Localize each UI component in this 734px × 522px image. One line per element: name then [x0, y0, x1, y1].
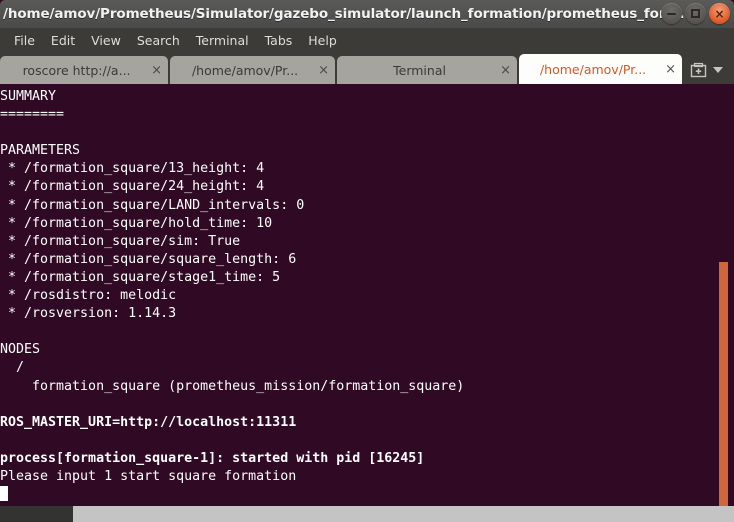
bottom-bar-dark-segment [0, 506, 73, 522]
tab-home-amov-2[interactable]: /home/amov/Pr... × [519, 54, 682, 84]
terminal-line: ======== [0, 107, 65, 123]
terminal-output[interactable]: SUMMARY ======== PARAMETERS * /formation_s… [0, 84, 734, 506]
tab-bar: roscore http://a... × /home/amov/Pr... ×… [0, 52, 734, 84]
close-icon: × [714, 6, 725, 21]
terminal-line: * /formation_square/square_length: 6 [0, 251, 297, 267]
terminal-line: ROS_MASTER_URI=http://localhost:11311 [0, 414, 297, 430]
menu-item-tabs[interactable]: Tabs [257, 31, 301, 50]
menu-item-view[interactable]: View [83, 31, 129, 50]
terminal-line: * /formation_square/sim: True [0, 233, 241, 249]
bottom-bar [0, 506, 734, 522]
terminal-line: PARAMETERS [0, 143, 81, 159]
menu-item-terminal[interactable]: Terminal [188, 31, 257, 50]
window-controls: × [661, 3, 730, 24]
terminal-cursor-line [0, 486, 734, 504]
terminal-line: / [0, 360, 25, 376]
bottom-bar-light-segment [73, 506, 734, 522]
text-cursor [0, 486, 8, 502]
tab-close-icon[interactable]: × [500, 64, 511, 77]
menu-bar: File Edit View Search Terminal Tabs Help [0, 28, 734, 52]
new-tab-icon[interactable] [690, 62, 707, 79]
terminal-scrollbar-track[interactable] [719, 84, 731, 522]
tab-label: /home/amov/Pr... [191, 62, 299, 78]
tab-close-icon[interactable]: × [318, 64, 329, 77]
maximize-icon [685, 3, 706, 24]
terminal-scrollbar-thumb[interactable] [719, 262, 728, 522]
terminal-line: SUMMARY [0, 89, 57, 104]
tab-label: Terminal [393, 62, 446, 78]
title-bar: /home/amov/Prometheus/Simulator/gazebo_s… [0, 0, 734, 28]
menu-item-file[interactable]: File [6, 31, 43, 50]
terminal-line: formation_square (prometheus_mission/for… [0, 378, 465, 394]
menu-item-search[interactable]: Search [129, 31, 188, 50]
terminal-line: NODES [0, 342, 41, 358]
terminal-line: * /formation_square/13_height: 4 [0, 161, 265, 177]
terminal-window: /home/amov/Prometheus/Simulator/gazebo_s… [0, 0, 734, 522]
terminal-line: * /rosversion: 1.14.3 [0, 306, 177, 322]
tab-home-amov-1[interactable]: /home/amov/Pr... × [170, 56, 335, 84]
terminal-line: * /formation_square/LAND_intervals: 0 [0, 197, 305, 213]
terminal-text: SUMMARY ======== PARAMETERS * /formation_s… [0, 84, 734, 504]
tab-label: /home/amov/Pr... [539, 61, 647, 77]
menu-item-help[interactable]: Help [300, 31, 345, 50]
chevron-down-icon[interactable] [713, 67, 723, 73]
minimize-button[interactable] [661, 3, 682, 24]
maximize-button[interactable] [685, 3, 706, 24]
terminal-line: * /rosdistro: melodic [0, 288, 177, 304]
window-title: /home/amov/Prometheus/Simulator/gazebo_s… [3, 6, 695, 22]
terminal-line: * /formation_square/24_height: 4 [0, 179, 265, 195]
tab-bar-tools [686, 56, 727, 84]
tab-roscore[interactable]: roscore http://a... × [0, 56, 168, 84]
tab-terminal[interactable]: Terminal × [337, 56, 517, 84]
terminal-line: Please input 1 start square formation [0, 468, 297, 484]
tab-label: roscore http://a... [22, 62, 131, 78]
tab-close-icon[interactable]: × [151, 64, 162, 77]
terminal-line: * /formation_square/hold_time: 10 [0, 215, 273, 231]
tab-close-icon[interactable]: × [665, 63, 676, 76]
close-button[interactable]: × [709, 3, 730, 24]
menu-item-edit[interactable]: Edit [43, 31, 83, 50]
terminal-line: process[formation_square-1]: started wit… [0, 450, 425, 466]
minimize-icon [661, 3, 682, 24]
terminal-line: * /formation_square/stage1_time: 5 [0, 269, 281, 285]
